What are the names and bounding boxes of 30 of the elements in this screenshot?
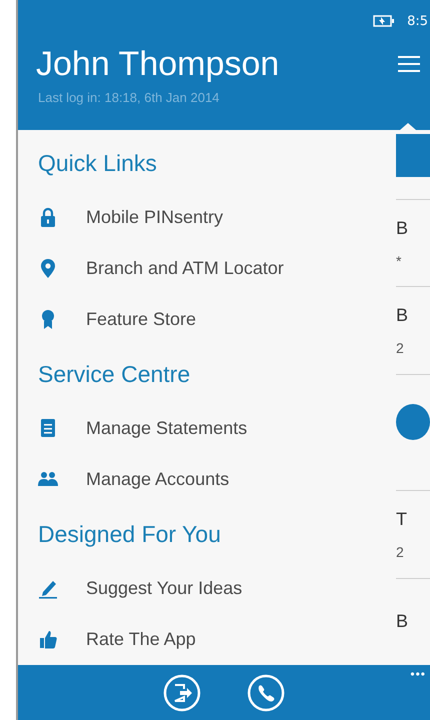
entry-detail: 2 [396, 340, 405, 356]
entry-title: B [396, 305, 410, 326]
more-button[interactable]: ••• [410, 667, 426, 681]
entry-title: B [396, 218, 410, 239]
avatar-circle [396, 404, 430, 440]
entry-title: B [396, 611, 410, 632]
section-heading: Designed For You [37, 520, 222, 549]
logout-icon[interactable] [162, 672, 202, 712]
thumbs-up-icon [38, 629, 58, 650]
battery-charging-icon [373, 15, 396, 27]
menu-item[interactable]: Rate The App [18, 614, 396, 665]
menu-item[interactable]: Branch and ATM Locator [18, 243, 396, 294]
document-icon [38, 418, 58, 439]
lock-icon [38, 207, 58, 228]
status-time: 8:5 [407, 14, 428, 28]
user-name: John Thompson [36, 44, 280, 85]
entry-detail: * [396, 252, 402, 269]
phone-icon[interactable] [246, 672, 286, 712]
section-heading: Service Centre [37, 360, 192, 388]
menu-item[interactable]: Manage Accounts [18, 454, 396, 505]
last-login-text: Last log in: 18:18, 6th Jan 2014 [37, 90, 220, 105]
entry-detail: 2 [396, 544, 405, 560]
entry-title: T [396, 509, 408, 530]
section-heading: Quick Links [37, 148, 158, 178]
menu-item[interactable]: Mobile PINsentry [18, 192, 396, 243]
pencil-icon [38, 578, 58, 599]
menu-item[interactable]: Feature Store [18, 294, 396, 345]
menu-item[interactable]: Manage Statements [18, 403, 396, 454]
menu-item[interactable]: Suggest Your Ideas [18, 563, 396, 614]
map-pin-icon [38, 258, 58, 279]
